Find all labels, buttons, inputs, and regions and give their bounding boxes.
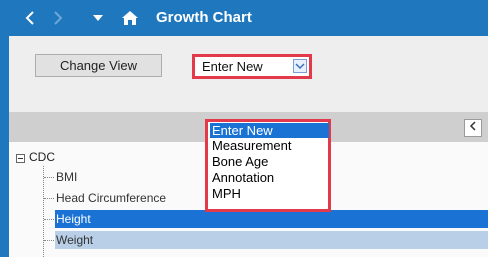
left-edge-strip bbox=[0, 36, 9, 257]
tree-expand-toggle[interactable] bbox=[16, 154, 25, 163]
tree-connector bbox=[43, 166, 44, 257]
entry-type-dropdown-menu: Enter New Measurement Bone Age Annotatio… bbox=[205, 119, 331, 212]
forward-button[interactable] bbox=[50, 0, 66, 36]
tree-connector bbox=[44, 198, 54, 199]
tree-connector bbox=[44, 177, 54, 178]
menu-item-measurement[interactable]: Measurement bbox=[210, 138, 329, 153]
chevron-left-icon bbox=[469, 121, 476, 131]
home-button[interactable] bbox=[117, 0, 143, 36]
combo-dropdown-button[interactable] bbox=[293, 59, 307, 73]
back-button[interactable] bbox=[22, 0, 38, 36]
title-bar: Growth Chart bbox=[0, 0, 488, 36]
menu-item-bone-age[interactable]: Bone Age bbox=[210, 154, 329, 169]
history-dropdown-button[interactable] bbox=[91, 0, 105, 36]
combo-value: Enter New bbox=[202, 59, 263, 74]
chevron-down-icon bbox=[295, 63, 305, 70]
tree-selection-highlight bbox=[55, 210, 488, 228]
tree-connector bbox=[44, 240, 54, 241]
caret-down-icon bbox=[93, 15, 103, 21]
menu-item-annotation[interactable]: Annotation bbox=[210, 170, 329, 185]
tree-root-cdc[interactable]: CDC bbox=[29, 150, 55, 164]
tree-secondary-highlight bbox=[55, 231, 488, 249]
menu-item-enter-new[interactable]: Enter New bbox=[210, 123, 329, 138]
entry-type-combo[interactable]: Enter New bbox=[192, 54, 312, 79]
menu-item-mph[interactable]: MPH bbox=[210, 186, 329, 201]
tree-connector bbox=[44, 219, 54, 220]
main-content: Change View Enter New CDC BMI Head Circu… bbox=[9, 36, 488, 257]
tree-item-head-circumference[interactable]: Head Circumference bbox=[56, 189, 166, 207]
chevron-left-icon bbox=[25, 11, 34, 25]
tree-item-weight[interactable]: Weight bbox=[56, 231, 93, 249]
collapse-panel-button[interactable] bbox=[464, 119, 482, 137]
change-view-button[interactable]: Change View bbox=[35, 54, 162, 77]
home-icon bbox=[122, 11, 138, 25]
tree-item-height[interactable]: Height bbox=[56, 210, 91, 228]
chevron-right-icon bbox=[54, 11, 63, 25]
tree-item-bmi[interactable]: BMI bbox=[56, 168, 77, 186]
page-title: Growth Chart bbox=[156, 9, 252, 26]
